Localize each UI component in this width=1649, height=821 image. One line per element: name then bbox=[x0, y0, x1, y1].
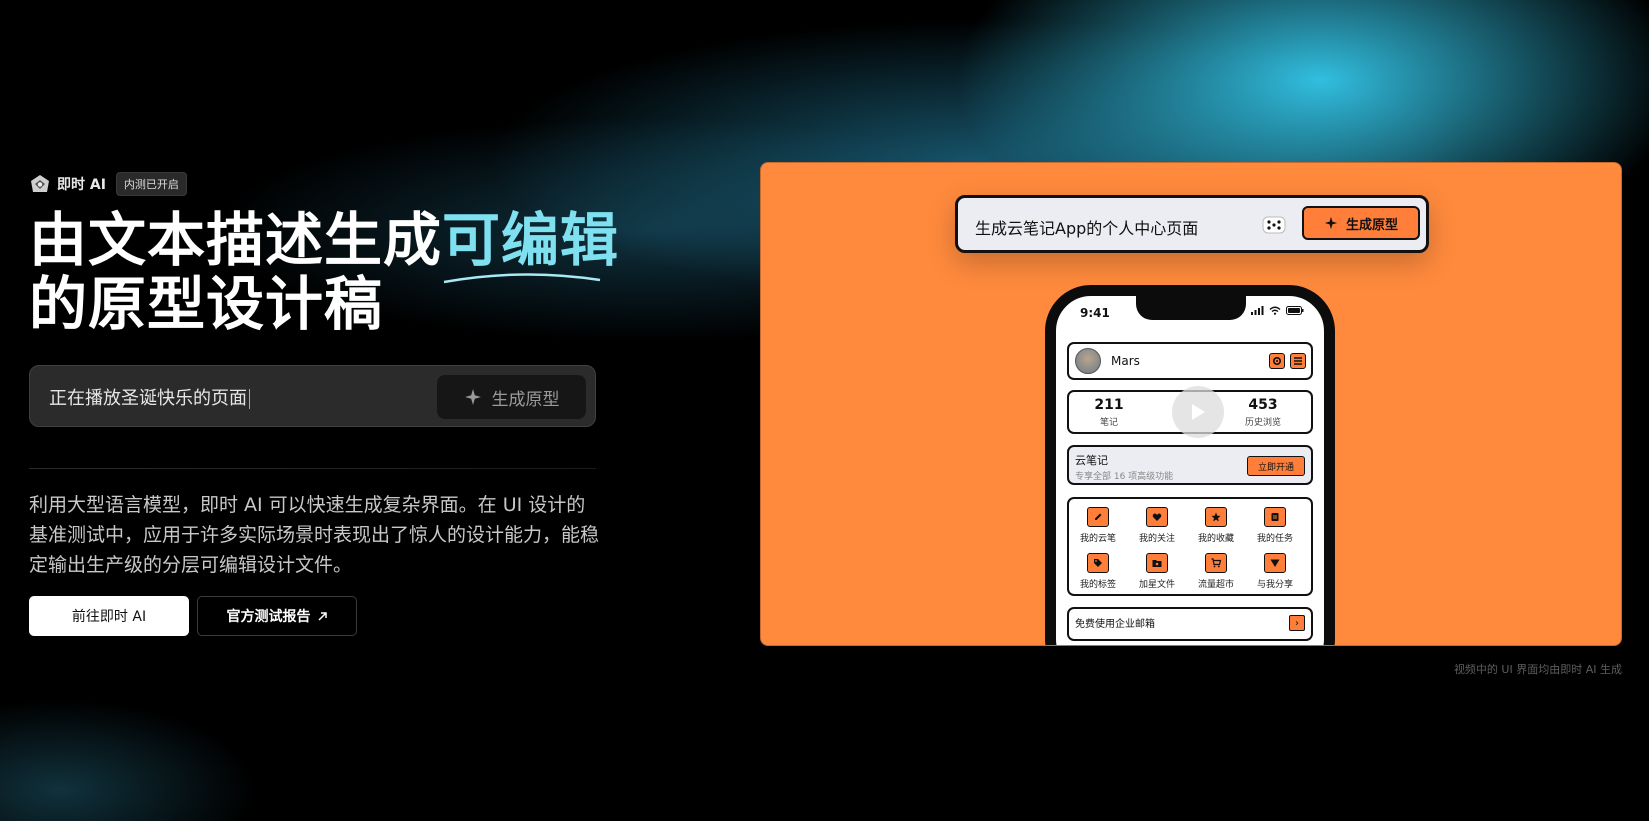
video-play-button[interactable] bbox=[1172, 386, 1224, 438]
profile-name: Mars bbox=[1111, 354, 1140, 368]
status-icons bbox=[1251, 306, 1304, 315]
vip-card: 云笔记 专享全部 16 项高级功能 立即开通 bbox=[1067, 445, 1313, 485]
prompt-input[interactable]: 正在播放圣诞快乐的页面 生成原型 bbox=[29, 365, 596, 427]
vip-activate-button: 立即开通 bbox=[1247, 456, 1305, 476]
text-caret bbox=[249, 389, 250, 409]
divider bbox=[29, 468, 596, 469]
vip-subtitle: 专享全部 16 项高级功能 bbox=[1075, 472, 1174, 482]
cart-icon bbox=[1205, 553, 1227, 573]
signal-icon bbox=[1251, 306, 1264, 315]
battery-icon bbox=[1286, 306, 1304, 315]
enterprise-mail-card: 免费使用企业邮箱 › bbox=[1067, 607, 1313, 641]
vip-title: 云笔记 bbox=[1075, 454, 1108, 467]
sparkle-icon bbox=[464, 389, 481, 405]
heart-icon bbox=[1146, 507, 1168, 527]
grid-item-tasks: 我的任务 bbox=[1246, 507, 1304, 544]
avatar bbox=[1075, 348, 1101, 374]
hero-title-accent: 可编辑 bbox=[442, 206, 620, 284]
demo-prompt-text: 生成云笔记App的个人中心页面 bbox=[975, 219, 1199, 238]
accent-underline-icon bbox=[443, 273, 601, 284]
hero-description: 利用大型语言模型，即时 AI 可以快速生成复杂界面。在 UI 设计的基准测试中，… bbox=[29, 494, 600, 576]
stat-history-label: 历史浏览 bbox=[1244, 418, 1281, 428]
feature-grid: 我的云笔 我的关注 我的收藏 我的任务 我的标签 加星文件 流量超市 与我分享 bbox=[1067, 497, 1313, 596]
status-time: 9:41 bbox=[1080, 306, 1110, 320]
grid-item-label: 我的任务 bbox=[1256, 534, 1293, 544]
test-report-label: 官方测试报告 bbox=[226, 609, 311, 625]
stat-notes: 211 笔记 bbox=[1069, 397, 1149, 428]
demo-prompt-input: 生成云笔记App的个人中心页面 生成原型 bbox=[955, 195, 1429, 253]
generate-prototype-button[interactable]: 生成原型 bbox=[437, 375, 586, 419]
dice-icon bbox=[1262, 216, 1286, 234]
profile-card: Mars bbox=[1067, 342, 1313, 380]
grid-item-tags: 我的标签 bbox=[1069, 553, 1127, 590]
task-icon bbox=[1264, 507, 1286, 527]
grid-item-starred-files: 加星文件 bbox=[1128, 553, 1186, 590]
grid-item-label: 流量超市 bbox=[1197, 580, 1234, 590]
grid-item-label: 我的关注 bbox=[1138, 534, 1175, 544]
brand-logo-icon bbox=[31, 175, 49, 192]
wifi-icon bbox=[1269, 306, 1281, 315]
grid-item-data-market: 流量超市 bbox=[1187, 553, 1245, 590]
arrow-up-right-icon bbox=[317, 611, 327, 621]
starred-folder-icon bbox=[1146, 553, 1168, 573]
grid-item-label: 我的云笔 bbox=[1079, 534, 1116, 544]
demo-caption: 视频中的 UI 界面均由即时 AI 生成 bbox=[1453, 663, 1622, 676]
stat-history: 453 历史浏览 bbox=[1223, 397, 1303, 428]
vip-activate-label: 立即开通 bbox=[1257, 462, 1294, 473]
hero-title-line2: 的原型设计稿 bbox=[29, 270, 384, 338]
share-icon bbox=[1264, 553, 1286, 573]
stat-history-value: 453 bbox=[1248, 397, 1278, 413]
beta-badge: 内测已开启 bbox=[115, 172, 187, 196]
grid-item-favorites: 我的收藏 bbox=[1187, 507, 1245, 544]
hero-title-part1: 由文本描述生成 bbox=[29, 206, 443, 274]
tag-icon bbox=[1087, 553, 1109, 573]
go-to-app-button[interactable]: 前往即时 AI bbox=[29, 596, 189, 636]
grid-item-shared: 与我分享 bbox=[1246, 553, 1304, 590]
stats-card: 211 笔记 453 历史浏览 bbox=[1067, 386, 1313, 438]
enterprise-mail-label: 免费使用企业邮箱 bbox=[1075, 619, 1155, 630]
generate-prototype-label: 生成原型 bbox=[491, 389, 560, 410]
hero-title: 由文本描述生成可编辑 的原型设计稿 bbox=[29, 208, 619, 336]
grid-item-label: 我的收藏 bbox=[1197, 534, 1234, 544]
grid-item-label: 我的标签 bbox=[1079, 580, 1116, 590]
grid-item-label: 加星文件 bbox=[1138, 580, 1175, 590]
brand-name: 即时 AI bbox=[57, 177, 106, 193]
phone-mockup: 9:41 Mars 211 笔记 453 历史浏览 云笔记 专享全部 16 项高… bbox=[1045, 285, 1335, 645]
test-report-button[interactable]: 官方测试报告 bbox=[197, 596, 357, 636]
brand: 即时 AI 内测已开启 bbox=[29, 172, 187, 196]
menu-icon bbox=[1290, 353, 1306, 369]
hero-title-accent-text: 可编辑 bbox=[442, 206, 620, 274]
stat-notes-value: 211 bbox=[1094, 397, 1124, 413]
chevron-right-icon: › bbox=[1289, 615, 1305, 631]
play-icon bbox=[1192, 404, 1205, 420]
phone-notch bbox=[1136, 296, 1246, 320]
stat-notes-label: 笔记 bbox=[1099, 418, 1118, 428]
edit-icon bbox=[1087, 507, 1109, 527]
demo-generate-label: 生成原型 bbox=[1345, 217, 1398, 233]
grid-item-following: 我的关注 bbox=[1128, 507, 1186, 544]
star-icon bbox=[1205, 507, 1227, 527]
go-to-app-label: 前往即时 AI bbox=[71, 609, 147, 625]
demo-generate-button: 生成原型 bbox=[1302, 206, 1420, 240]
sparkle-icon bbox=[1324, 216, 1338, 230]
grid-item-label: 与我分享 bbox=[1256, 580, 1293, 590]
demo-video-panel[interactable]: 生成云笔记App的个人中心页面 生成原型 9:41 Mars 211 笔记 45… bbox=[760, 162, 1622, 646]
settings-gear-icon bbox=[1269, 353, 1285, 369]
prompt-text: 正在播放圣诞快乐的页面 bbox=[49, 388, 247, 409]
grid-item-my-notes: 我的云笔 bbox=[1069, 507, 1127, 544]
prompt-text-wrapper: 正在播放圣诞快乐的页面 bbox=[49, 384, 250, 410]
